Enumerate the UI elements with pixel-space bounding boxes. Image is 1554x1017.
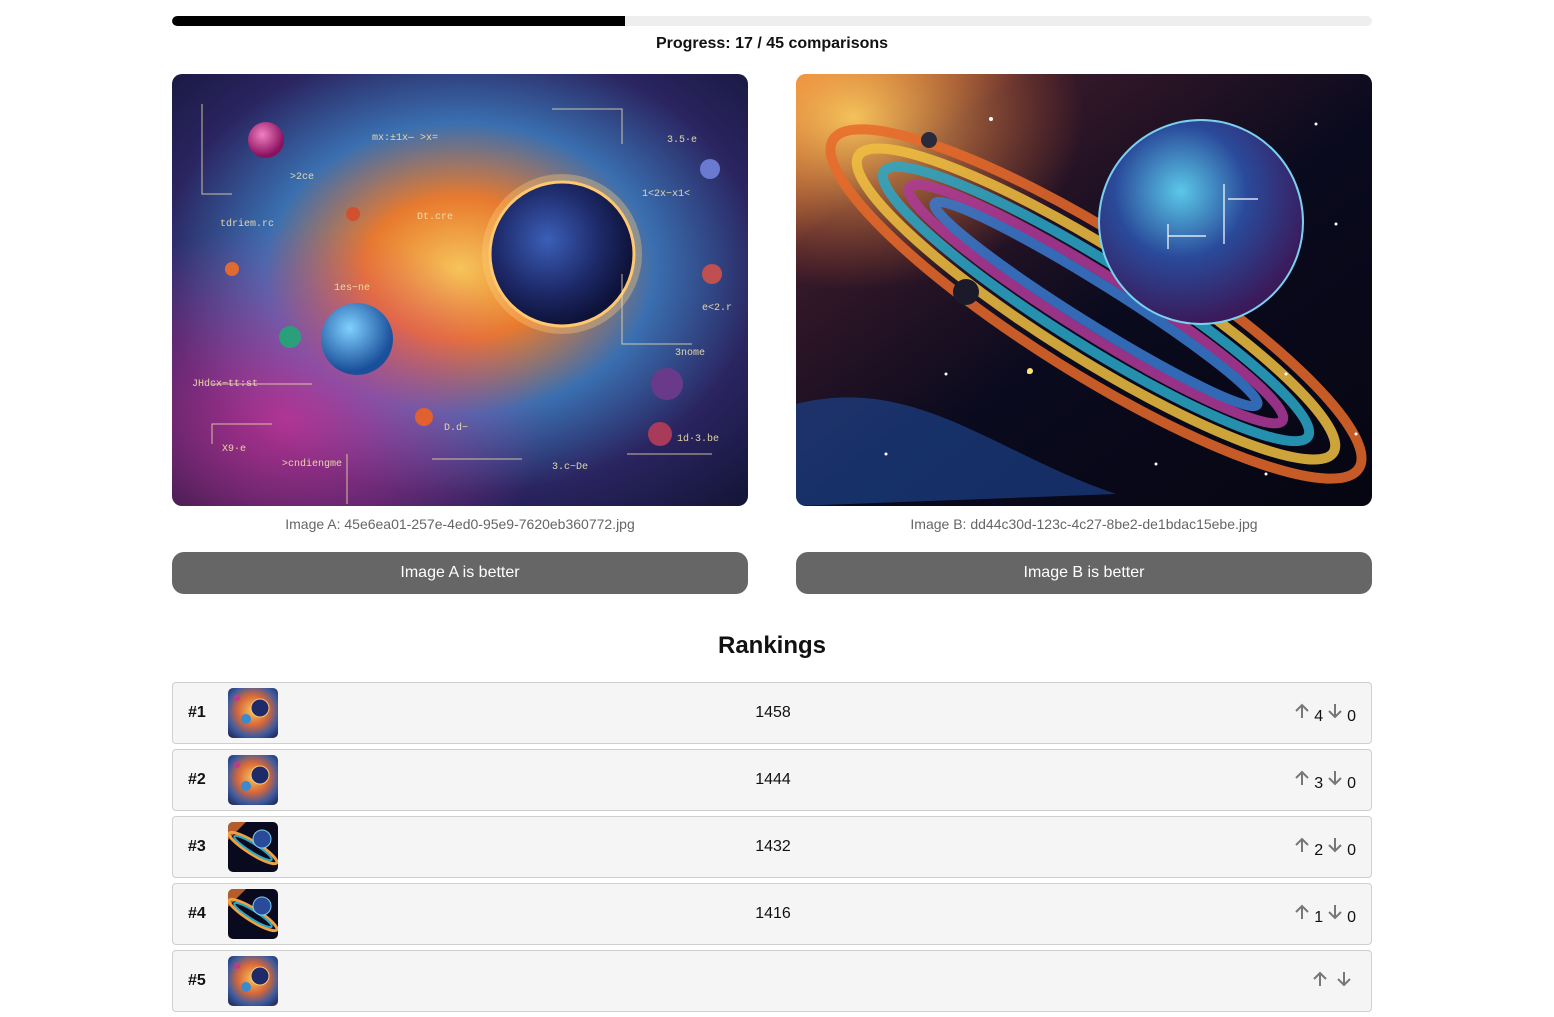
rank-number: #2 (188, 771, 206, 788)
rank-score: 1432 (755, 838, 791, 855)
ranking-row: #3 1432 2 0 (172, 816, 1372, 878)
ranking-row: #2 1444 3 0 (172, 749, 1372, 811)
svg-text:X9·e: X9·e (222, 444, 246, 455)
choose-image-a-button[interactable]: Image A is better (172, 552, 748, 594)
svg-text:Dt.cre: Dt.cre (417, 212, 453, 223)
arrow-up-icon (1292, 701, 1312, 721)
image-a-caption: Image A: 45e6ea01-257e-4ed0-95e9-7620eb3… (285, 516, 635, 532)
svg-text:>2ce: >2ce (290, 172, 314, 183)
arrow-up-icon (1310, 969, 1330, 989)
arrow-up-icon (1292, 902, 1312, 922)
vote-counts: 10 (1290, 902, 1356, 926)
wins-count: 1 (1314, 909, 1324, 926)
ranking-thumbnail[interactable] (228, 822, 278, 872)
svg-text:3.5·e: 3.5·e (667, 135, 697, 146)
image-b[interactable] (796, 74, 1372, 506)
ranking-thumbnail[interactable] (228, 956, 278, 1006)
vote-counts: 20 (1290, 835, 1356, 859)
progress-label: Progress: 17 / 45 comparisons (655, 35, 889, 52)
losses-count: 0 (1347, 842, 1356, 859)
svg-text:e<2.r: e<2.r (702, 303, 732, 314)
image-a-panel: mx:±1x— >x= >2ce tdriem.rc 1es−ne 3.5·e … (172, 74, 748, 594)
rank-number: #3 (188, 838, 206, 855)
ranking-row: #5 (172, 950, 1372, 1012)
arrow-up-icon (1292, 768, 1312, 788)
arrow-down-icon (1325, 835, 1345, 855)
image-b-artwork (796, 74, 1372, 506)
arrow-down-icon (1325, 902, 1345, 922)
ranking-row: #4 1416 1 0 (172, 883, 1372, 945)
image-a-artwork: mx:±1x— >x= >2ce tdriem.rc 1es−ne 3.5·e … (172, 74, 748, 506)
svg-text:JHdcx−tt:st: JHdcx−tt:st (192, 378, 258, 390)
rank-score: 1416 (755, 905, 791, 922)
vote-counts (1308, 969, 1356, 989)
svg-text:D.d−: D.d− (444, 422, 468, 434)
arrow-up-icon (1292, 835, 1312, 855)
svg-text:tdriem.rc: tdriem.rc (220, 218, 274, 230)
svg-text:1es−ne: 1es−ne (334, 283, 370, 294)
ranking-thumbnail[interactable] (228, 755, 278, 805)
vote-counts: 30 (1290, 768, 1356, 792)
progress-bar-fill (172, 16, 626, 26)
arrow-down-icon (1325, 701, 1345, 721)
wins-count: 2 (1314, 842, 1324, 859)
image-b-panel: Image B: dd44c30d-123c-4c27-8be2-de1bdac… (796, 74, 1372, 594)
vote-counts: 40 (1290, 701, 1356, 725)
choose-image-b-button[interactable]: Image B is better (796, 552, 1372, 594)
image-b-caption: Image B: dd44c30d-123c-4c27-8be2-de1bdac… (910, 516, 1258, 532)
svg-text:3nome: 3nome (675, 348, 705, 359)
svg-text:1<2x−x1<: 1<2x−x1< (642, 189, 690, 200)
svg-text:1d·3.be: 1d·3.be (677, 433, 719, 445)
ranking-thumbnail[interactable] (228, 688, 278, 738)
rank-score: 1458 (755, 704, 791, 721)
arrow-down-icon (1334, 969, 1354, 989)
losses-count: 0 (1347, 708, 1356, 725)
svg-text:3.c−De: 3.c−De (552, 462, 588, 473)
svg-text:mx:±1x— >x=: mx:±1x— >x= (372, 133, 438, 144)
losses-count: 0 (1347, 775, 1356, 792)
rankings-list: #1 1458 4 0 #2 1444 3 0 #3 1432 2 0 #4 1… (172, 682, 1372, 1017)
image-a[interactable]: mx:±1x— >x= >2ce tdriem.rc 1es−ne 3.5·e … (172, 74, 748, 506)
wins-count: 3 (1314, 775, 1324, 792)
rank-number: #1 (188, 704, 206, 721)
rankings-title: Rankings (717, 632, 827, 659)
rank-number: #4 (188, 905, 206, 922)
rank-score: 1444 (755, 771, 791, 788)
svg-text:>cndiengme: >cndiengme (282, 458, 342, 470)
wins-count: 4 (1314, 708, 1324, 725)
ranking-thumbnail[interactable] (228, 889, 278, 939)
arrow-down-icon (1325, 768, 1345, 788)
losses-count: 0 (1347, 909, 1356, 926)
rank-number: #5 (188, 972, 206, 989)
ranking-row: #1 1458 4 0 (172, 682, 1372, 744)
progress-bar (172, 16, 1372, 26)
